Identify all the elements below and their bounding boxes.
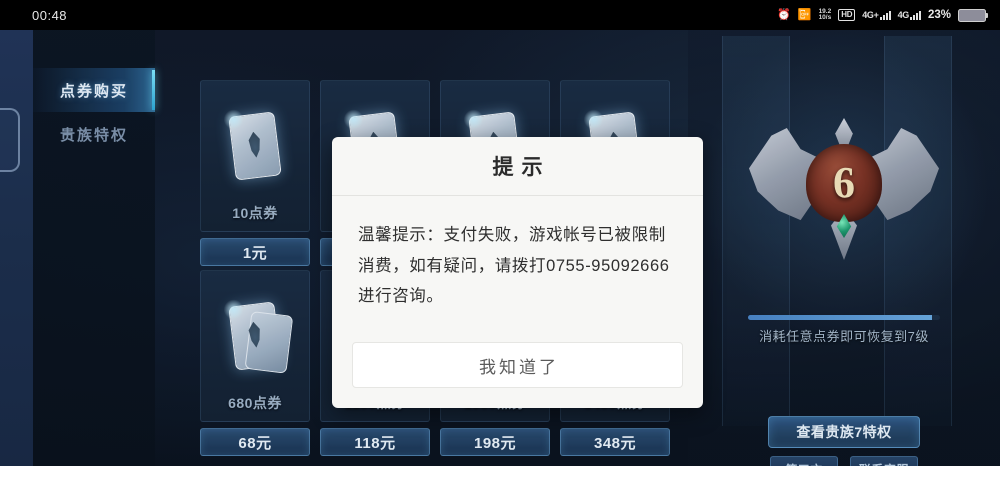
sim1-network-label: 4G+ [862, 9, 879, 20]
payment-failure-dialog: 提示 温馨提示：支付失败，游戏帐号已被限制消费，如有疑问，请拨打0755-950… [332, 137, 703, 408]
phone-screenshot: 00:48 ⏰ 📴 19.2 10/s HD 4G+ 4G 23% 点券购买 贵… [0, 0, 1000, 500]
vibrate-icon: 📴 [797, 8, 812, 21]
dialog-title: 提示 [332, 137, 703, 196]
status-icons: ⏰ 📴 19.2 10/s HD 4G+ 4G 23% [777, 8, 988, 22]
sim1-signal-bars [879, 10, 891, 20]
dialog-message: 温馨提示：支付失败，游戏帐号已被限制消费，如有疑问，请拨打0755-950926… [358, 226, 670, 306]
sim2-signal-bars [909, 10, 921, 20]
sim1-4g-plus-icon: 4G+ [862, 9, 891, 20]
game-shop-screen: 00:48 ⏰ 📴 19.2 10/s HD 4G+ 4G 23% 点券购买 贵… [0, 0, 1000, 466]
battery-icon [958, 8, 988, 22]
hd-icon: HD [838, 9, 856, 21]
alarm-icon: ⏰ [777, 8, 791, 21]
battery-percent: 23% [927, 9, 951, 21]
dialog-confirm-button[interactable]: 我知道了 [352, 342, 683, 388]
status-clock: 00:48 [32, 7, 68, 23]
sim2-network-label: 4G [897, 9, 910, 20]
network-speed-unit: 10/s [818, 14, 832, 21]
status-bar: 00:48 ⏰ 📴 19.2 10/s HD 4G+ 4G 23% [0, 0, 1000, 30]
page-bottom-area [0, 466, 1000, 500]
network-speed-icon: 19.2 10/s [818, 8, 832, 22]
sim2-4g-icon: 4G [897, 9, 921, 20]
